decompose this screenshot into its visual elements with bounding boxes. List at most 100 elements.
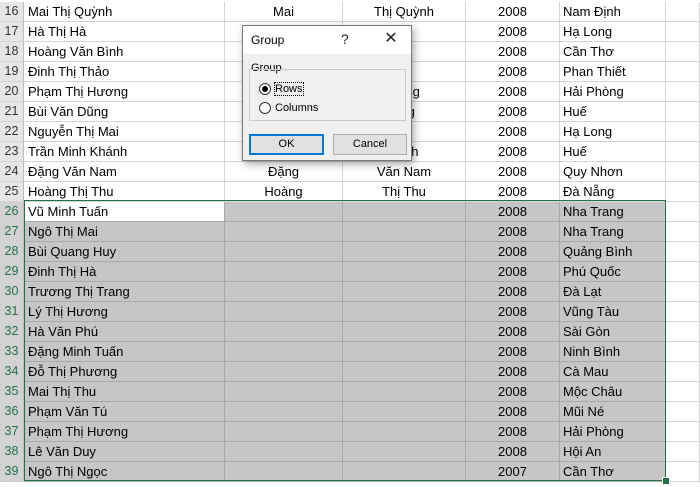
cell-full-name[interactable]: Ngô Thị Ngọc: [24, 462, 225, 482]
cell-full-name[interactable]: Nguyễn Thị Mai: [24, 122, 225, 142]
row-header[interactable]: 21: [0, 102, 24, 122]
cell-empty[interactable]: [666, 142, 700, 162]
close-button[interactable]: ✕: [381, 29, 401, 49]
cell-empty[interactable]: [666, 242, 700, 262]
cell-birth-year[interactable]: 2008: [466, 362, 560, 382]
cell-given-name[interactable]: [343, 362, 466, 382]
cell-city[interactable]: Hội An: [560, 442, 666, 462]
cell-city[interactable]: Đà Lạt: [560, 282, 666, 302]
cell-city[interactable]: Hải Phòng: [560, 82, 666, 102]
cell-city[interactable]: Đà Nẵng: [560, 182, 666, 202]
rows-radio-label[interactable]: Rows: [274, 82, 304, 96]
cell-full-name[interactable]: Đặng Văn Nam: [24, 162, 225, 182]
cell-full-name[interactable]: Hoàng Thị Thu: [24, 182, 225, 202]
row-header[interactable]: 24: [0, 162, 24, 182]
cell-full-name[interactable]: Bùi Văn Dũng: [24, 102, 225, 122]
cell-empty[interactable]: [666, 102, 700, 122]
cell-city[interactable]: Cần Thơ: [560, 462, 666, 482]
cell-empty[interactable]: [666, 182, 700, 202]
row-header[interactable]: 31: [0, 302, 24, 322]
cell-birth-year[interactable]: 2008: [466, 202, 560, 222]
cell-birth-year[interactable]: 2007: [466, 462, 560, 482]
cell-full-name[interactable]: Vũ Minh Tuấn: [24, 202, 225, 222]
cell-city[interactable]: Nha Trang: [560, 202, 666, 222]
cell-family-name[interactable]: [225, 422, 343, 442]
cell-family-name[interactable]: [225, 262, 343, 282]
row-header[interactable]: 22: [0, 122, 24, 142]
cell-birth-year[interactable]: 2008: [466, 122, 560, 142]
cell-family-name[interactable]: [225, 322, 343, 342]
cell-birth-year[interactable]: 2008: [466, 242, 560, 262]
cell-given-name[interactable]: [343, 222, 466, 242]
cell-full-name[interactable]: Lê Văn Duy: [24, 442, 225, 462]
row-header[interactable]: 20: [0, 82, 24, 102]
cell-empty[interactable]: [666, 262, 700, 282]
cell-full-name[interactable]: Đinh Thị Thảo: [24, 62, 225, 82]
cell-city[interactable]: Mũi Né: [560, 402, 666, 422]
cell-family-name[interactable]: [225, 342, 343, 362]
cell-birth-year[interactable]: 2008: [466, 162, 560, 182]
cell-birth-year[interactable]: 2008: [466, 102, 560, 122]
cell-empty[interactable]: [666, 2, 700, 22]
fill-handle[interactable]: [662, 477, 670, 485]
cell-full-name[interactable]: Ngô Thị Mai: [24, 222, 225, 242]
row-header[interactable]: 23: [0, 142, 24, 162]
cell-city[interactable]: Mộc Châu: [560, 382, 666, 402]
cell-full-name[interactable]: Đặng Minh Tuấn: [24, 342, 225, 362]
help-button[interactable]: ?: [341, 31, 349, 47]
cell-birth-year[interactable]: 2008: [466, 422, 560, 442]
row-header[interactable]: 35: [0, 382, 24, 402]
cell-family-name[interactable]: Đặng: [225, 162, 343, 182]
cell-family-name[interactable]: [225, 402, 343, 422]
cell-city[interactable]: Nam Định: [560, 2, 666, 22]
cell-full-name[interactable]: Lý Thị Hương: [24, 302, 225, 322]
cell-city[interactable]: Cần Thơ: [560, 42, 666, 62]
cell-empty[interactable]: [666, 62, 700, 82]
cell-given-name[interactable]: [343, 402, 466, 422]
cell-city[interactable]: Vũng Tàu: [560, 302, 666, 322]
cell-empty[interactable]: [666, 362, 700, 382]
row-header[interactable]: 29: [0, 262, 24, 282]
cell-city[interactable]: Phan Thiết: [560, 62, 666, 82]
cell-birth-year[interactable]: 2008: [466, 2, 560, 22]
cell-family-name[interactable]: [225, 282, 343, 302]
cell-city[interactable]: Cà Mau: [560, 362, 666, 382]
row-header[interactable]: 32: [0, 322, 24, 342]
cell-full-name[interactable]: Phạm Văn Tú: [24, 402, 225, 422]
cell-birth-year[interactable]: 2008: [466, 262, 560, 282]
cell-city[interactable]: Quy Nhơn: [560, 162, 666, 182]
cell-given-name[interactable]: Văn Nam: [343, 162, 466, 182]
cell-given-name[interactable]: Thị Quỳnh: [343, 2, 466, 22]
cell-birth-year[interactable]: 2008: [466, 182, 560, 202]
row-header[interactable]: 18: [0, 42, 24, 62]
columns-radio[interactable]: [259, 102, 271, 114]
cell-empty[interactable]: [666, 42, 700, 62]
cell-empty[interactable]: [666, 282, 700, 302]
cell-full-name[interactable]: Hà Văn Phú: [24, 322, 225, 342]
row-header[interactable]: 37: [0, 422, 24, 442]
cell-full-name[interactable]: Phạm Thị Hương: [24, 422, 225, 442]
cell-empty[interactable]: [666, 82, 700, 102]
row-header[interactable]: 25: [0, 182, 24, 202]
cell-empty[interactable]: [666, 122, 700, 142]
cell-given-name[interactable]: [343, 202, 466, 222]
row-header[interactable]: 16: [0, 2, 24, 22]
row-header[interactable]: 28: [0, 242, 24, 262]
cell-city[interactable]: Nha Trang: [560, 222, 666, 242]
cell-empty[interactable]: [666, 202, 700, 222]
cell-empty[interactable]: [666, 422, 700, 442]
cell-birth-year[interactable]: 2008: [466, 282, 560, 302]
cell-family-name[interactable]: Mai: [225, 2, 343, 22]
cell-city[interactable]: Hạ Long: [560, 122, 666, 142]
cell-family-name[interactable]: [225, 462, 343, 482]
cell-city[interactable]: Huế: [560, 142, 666, 162]
cell-city[interactable]: Sài Gòn: [560, 322, 666, 342]
cell-birth-year[interactable]: 2008: [466, 442, 560, 462]
cell-city[interactable]: Hạ Long: [560, 22, 666, 42]
row-header[interactable]: 26: [0, 202, 24, 222]
cell-given-name[interactable]: [343, 282, 466, 302]
cell-family-name[interactable]: [225, 242, 343, 262]
cell-given-name[interactable]: [343, 382, 466, 402]
dialog-titlebar[interactable]: Group ? ✕: [243, 26, 411, 54]
row-header[interactable]: 34: [0, 362, 24, 382]
